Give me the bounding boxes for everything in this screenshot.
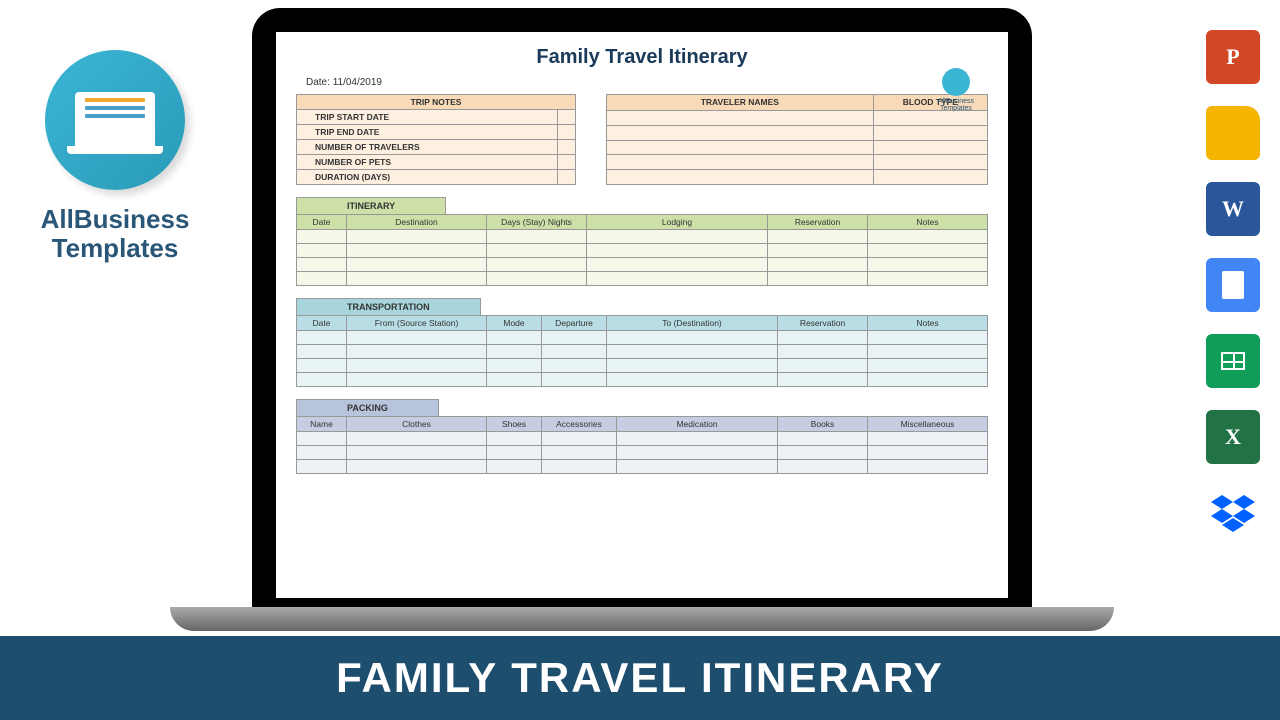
- logo-circle-icon: [45, 50, 185, 190]
- template-document: Family Travel Itinerary AllBusinessTempl…: [276, 32, 1008, 598]
- brand-logo: AllBusinessTemplates: [30, 50, 200, 262]
- dropbox-icon: [1206, 486, 1260, 540]
- powerpoint-icon: P: [1206, 30, 1260, 84]
- laptop-base: [170, 607, 1114, 631]
- document-brand-logo: AllBusinessTemplates: [938, 68, 974, 112]
- document-title: Family Travel Itinerary: [296, 46, 988, 69]
- brand-name: AllBusinessTemplates: [30, 205, 200, 262]
- laptop-mockup: Family Travel Itinerary AllBusinessTempl…: [252, 8, 1032, 628]
- itinerary-section: ITINERARY DateDestinationDays (Stay) Nig…: [296, 197, 988, 286]
- google-sheets-icon: [1206, 334, 1260, 388]
- word-icon: W: [1206, 182, 1260, 236]
- date-field: Date: 11/04/2019: [306, 77, 988, 88]
- excel-icon: X: [1206, 410, 1260, 464]
- packing-section: PACKING NameClothesShoesAccessoriesMedic…: [296, 399, 988, 474]
- google-docs-icon: [1206, 258, 1260, 312]
- travelers-table: TRAVELER NAMESBLOOD TYPE: [606, 94, 988, 185]
- format-icons: P W X: [1206, 30, 1260, 540]
- banner-title: FAMILY TRAVEL ITINERARY: [336, 654, 944, 702]
- google-slides-icon: [1206, 106, 1260, 160]
- trip-notes-table: TRIP NOTES TRIP START DATE TRIP END DATE…: [296, 94, 576, 185]
- transportation-section: TRANSPORTATION DateFrom (Source Station)…: [296, 298, 988, 387]
- title-banner: FAMILY TRAVEL ITINERARY: [0, 636, 1280, 720]
